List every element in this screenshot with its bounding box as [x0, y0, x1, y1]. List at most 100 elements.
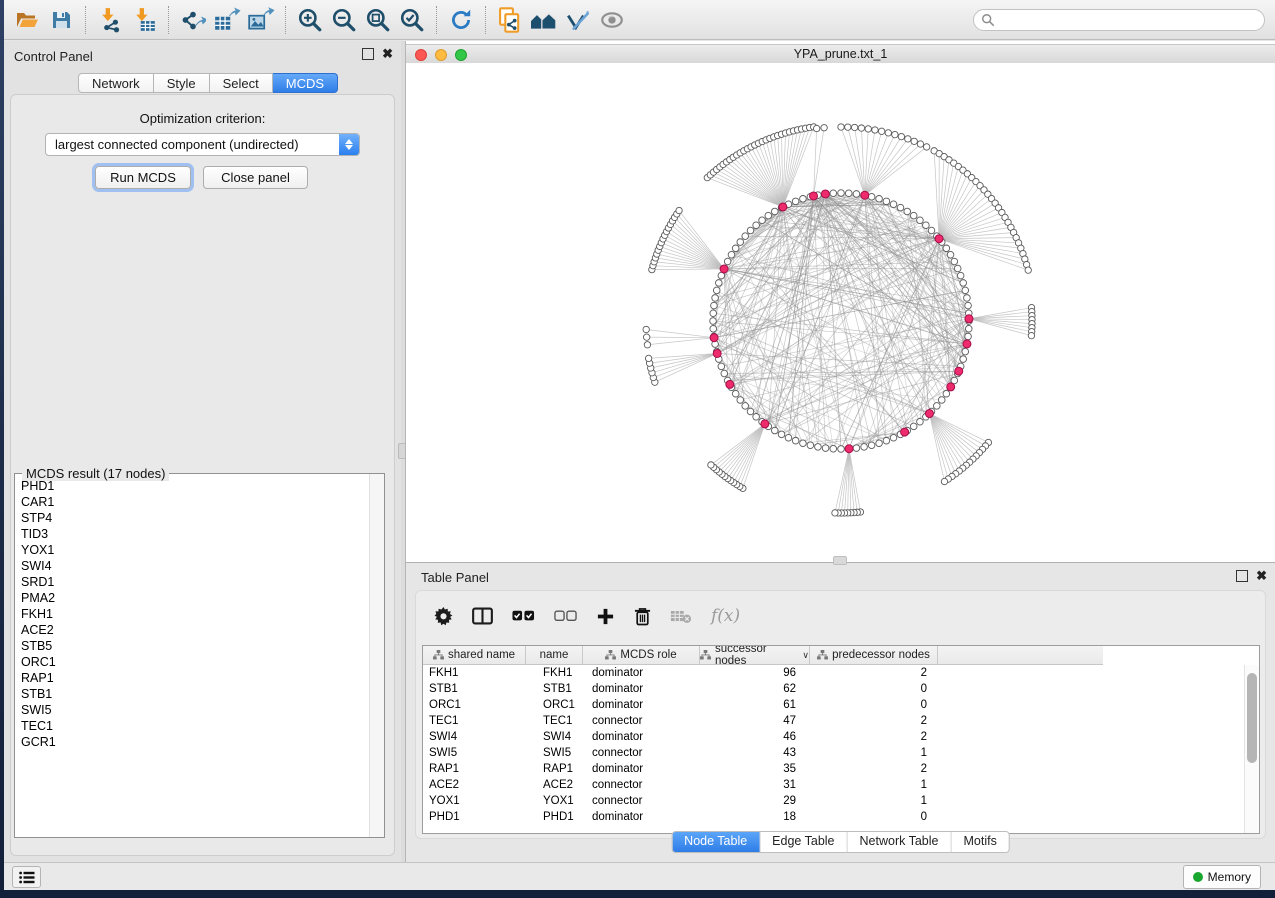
network-node[interactable]	[868, 193, 875, 200]
run-mcds-button[interactable]: Run MCDS	[95, 166, 191, 189]
network-leaf-node[interactable]	[898, 133, 904, 139]
network-node[interactable]	[910, 212, 917, 219]
show-hide-panel-eye-icon[interactable]	[595, 4, 629, 36]
network-leaf-node[interactable]	[858, 125, 864, 131]
network-node[interactable]	[792, 437, 799, 444]
table-row[interactable]: YOX1YOX1connector291	[423, 793, 1245, 809]
add-column-icon[interactable]	[596, 607, 615, 626]
network-node[interactable]	[737, 239, 744, 246]
network-leaf-node[interactable]	[851, 124, 857, 130]
network-node[interactable]	[845, 190, 852, 197]
mcds-result-item[interactable]: CAR1	[21, 494, 368, 510]
network-node[interactable]	[962, 287, 969, 294]
mcds-result-item[interactable]: TEC1	[21, 718, 368, 734]
network-node[interactable]	[778, 431, 785, 438]
network-node[interactable]	[753, 414, 760, 421]
mcds-result-item[interactable]: SWI4	[21, 558, 368, 574]
network-node[interactable]	[838, 446, 845, 453]
mcds-result-item[interactable]: GCR1	[21, 734, 368, 750]
network-node[interactable]	[747, 227, 754, 234]
zoom-in-icon[interactable]	[293, 4, 327, 36]
network-node[interactable]	[711, 302, 718, 309]
network-node[interactable]	[715, 280, 722, 287]
network-node[interactable]	[721, 370, 728, 377]
close-panel-icon[interactable]: ✖	[382, 49, 393, 59]
mcds-result-item[interactable]: SWI5	[21, 702, 368, 718]
mcds-dominator-node[interactable]	[901, 428, 909, 436]
network-leaf-node[interactable]	[838, 124, 844, 130]
network-node[interactable]	[765, 212, 772, 219]
tab-network[interactable]: Network	[78, 73, 154, 93]
optimization-criterion-dropdown[interactable]: largest connected component (undirected)	[45, 133, 360, 156]
network-node[interactable]	[928, 227, 935, 234]
select-all-checkboxes-icon[interactable]	[512, 610, 535, 622]
network-node[interactable]	[742, 233, 749, 240]
network-node[interactable]	[960, 280, 967, 287]
mcds-result-item[interactable]: TID3	[21, 526, 368, 542]
network-node[interactable]	[713, 287, 720, 294]
export-table-icon[interactable]	[210, 4, 244, 36]
network-leaf-node[interactable]	[813, 125, 819, 131]
mcds-dominator-node[interactable]	[761, 420, 769, 428]
mcds-result-item[interactable]: SRD1	[21, 574, 368, 590]
network-leaf-node[interactable]	[1025, 267, 1031, 273]
network-node[interactable]	[890, 201, 897, 208]
network-leaf-node[interactable]	[923, 144, 929, 150]
network-node[interactable]	[807, 442, 814, 449]
mcds-dominator-node[interactable]	[821, 190, 829, 198]
open-folder-icon[interactable]	[10, 4, 44, 36]
network-leaf-node[interactable]	[941, 478, 947, 484]
network-node[interactable]	[800, 195, 807, 202]
table-scrollbar[interactable]	[1244, 665, 1259, 833]
mcds-dominator-node[interactable]	[720, 265, 728, 273]
table-row[interactable]: PHD1PHD1dominator180	[423, 809, 1245, 825]
network-node[interactable]	[712, 295, 719, 302]
birdseye-view-icon[interactable]	[527, 4, 561, 36]
network-node[interactable]	[954, 265, 961, 272]
search-input[interactable]	[1000, 12, 1264, 28]
column-header-shared-name[interactable]: shared name	[423, 646, 526, 664]
table-row[interactable]: ORC1ORC1dominator610	[423, 697, 1245, 713]
mcds-result-item[interactable]: ACE2	[21, 622, 368, 638]
float-table-panel-icon[interactable]	[1236, 570, 1248, 582]
network-node[interactable]	[934, 403, 941, 410]
column-header-predecessor-nodes[interactable]: predecessor nodes	[810, 646, 938, 664]
network-node[interactable]	[830, 190, 837, 197]
table-row[interactable]: TEC1TEC1connector472	[423, 713, 1245, 729]
network-node[interactable]	[830, 445, 837, 452]
column-split-icon[interactable]	[472, 607, 493, 625]
close-panel-button[interactable]: Close panel	[203, 166, 308, 189]
network-node[interactable]	[876, 440, 883, 447]
mcds-dominator-node[interactable]	[713, 349, 721, 357]
table-row[interactable]: ACE2ACE2connector311	[423, 777, 1245, 793]
close-table-panel-icon[interactable]: ✖	[1256, 571, 1267, 581]
network-canvas[interactable]	[406, 63, 1275, 562]
mcds-result-item[interactable]: RAP1	[21, 670, 368, 686]
deselect-all-checkboxes-icon[interactable]	[554, 610, 577, 622]
network-node[interactable]	[965, 333, 972, 340]
network-leaf-node[interactable]	[845, 124, 851, 130]
network-node[interactable]	[737, 397, 744, 404]
network-node[interactable]	[965, 302, 972, 309]
zoom-out-icon[interactable]	[327, 4, 361, 36]
tab-edge-table[interactable]: Edge Table	[760, 832, 847, 852]
network-node[interactable]	[923, 222, 930, 229]
network-node[interactable]	[938, 397, 945, 404]
network-leaf-node[interactable]	[878, 128, 884, 134]
search-box[interactable]	[973, 9, 1265, 31]
network-node[interactable]	[815, 444, 822, 451]
mcds-dominator-node[interactable]	[935, 235, 943, 243]
network-leaf-node[interactable]	[1028, 332, 1034, 338]
network-node[interactable]	[883, 437, 890, 444]
network-node[interactable]	[853, 191, 860, 198]
export-image-icon[interactable]	[244, 4, 278, 36]
table-row[interactable]: RAP1RAP1dominator352	[423, 761, 1245, 777]
network-node[interactable]	[962, 348, 969, 355]
mcds-result-item[interactable]: ORC1	[21, 654, 368, 670]
network-node[interactable]	[917, 217, 924, 224]
network-node[interactable]	[759, 217, 766, 224]
network-node[interactable]	[964, 295, 971, 302]
memory-button[interactable]: Memory	[1183, 865, 1261, 889]
network-node[interactable]	[960, 356, 967, 363]
table-scrollbar-thumb[interactable]	[1247, 673, 1257, 763]
